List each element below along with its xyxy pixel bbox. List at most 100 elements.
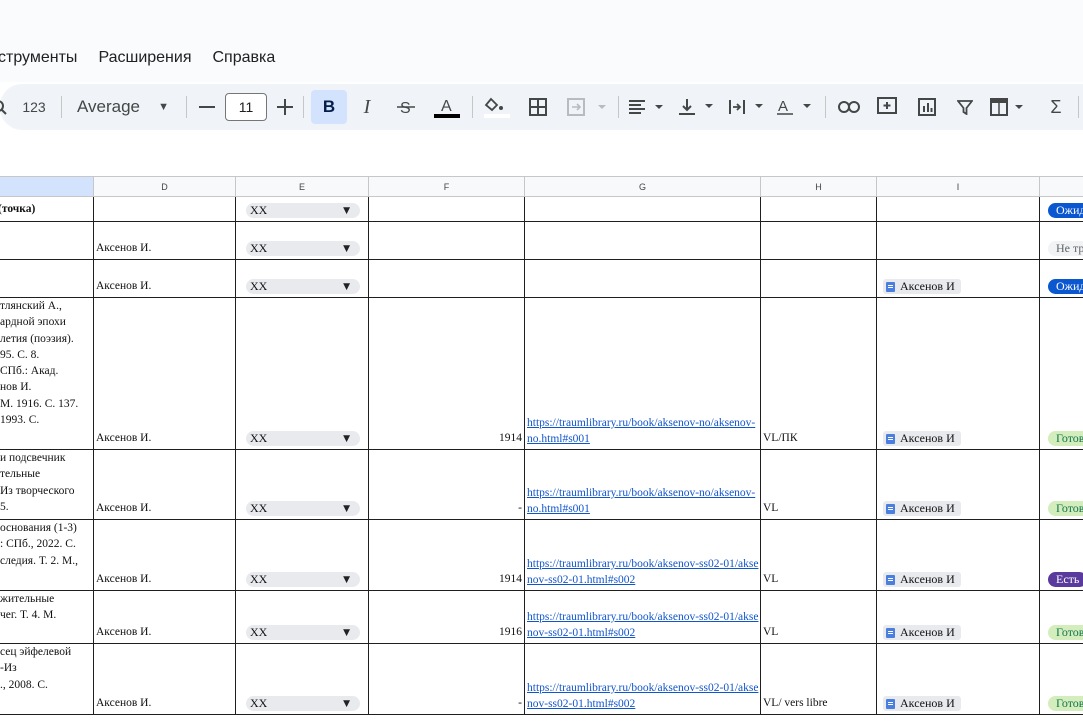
cell-c[interactable] — [0, 260, 94, 298]
cell-h[interactable]: VL/ПК — [761, 298, 877, 450]
cell-j[interactable]: Готов — [1040, 644, 1083, 715]
cell-c[interactable]: тлянский А., ардной эпохи летия (поэзия)… — [0, 298, 94, 450]
menu-tools[interactable]: струменты — [0, 49, 77, 71]
cell-f[interactable]: 1914 — [369, 520, 525, 591]
formula-bar[interactable] — [0, 130, 1083, 176]
decrease-font-size-button[interactable] — [196, 84, 218, 130]
cell-e[interactable]: XX ▼ — [236, 450, 369, 520]
cell-e[interactable]: XX ▼ — [236, 298, 369, 450]
column-header-f[interactable]: F — [369, 176, 525, 197]
dropdown-chip[interactable]: XX ▼ — [246, 572, 360, 587]
cell-i[interactable] — [877, 222, 1040, 260]
column-header-i[interactable]: I — [877, 176, 1040, 197]
italic-button[interactable]: I — [356, 84, 378, 130]
cell-h[interactable] — [761, 197, 877, 222]
cell-e[interactable]: XX ▼ — [236, 260, 369, 298]
cell-i[interactable]: Аксенов И — [877, 450, 1040, 520]
cell-e[interactable]: XX ▼ — [236, 520, 369, 591]
cell-i[interactable] — [877, 197, 1040, 222]
cell-d[interactable]: Аксенов И. — [94, 450, 236, 520]
cell-link[interactable]: https://traumlibrary.ru/book/aksenov-ss0… — [527, 680, 759, 712]
bold-button[interactable]: B — [311, 84, 347, 130]
horizontal-align-icon[interactable] — [626, 84, 668, 130]
cell-j[interactable]: Есть — [1040, 520, 1083, 591]
cell-h[interactable]: VL — [761, 520, 877, 591]
strikethrough-icon[interactable]: S — [394, 84, 418, 130]
status-badge[interactable]: Готов — [1048, 625, 1083, 640]
dropdown-chip[interactable]: XX ▼ — [246, 279, 360, 294]
cell-g[interactable]: https://traumlibrary.ru/book/aksenov-no/… — [525, 298, 761, 450]
font-size-field[interactable]: 11 — [225, 84, 267, 130]
cell-j[interactable]: Готов — [1040, 450, 1083, 520]
cell-i[interactable]: Аксенов И — [877, 591, 1040, 644]
status-badge[interactable]: Готов — [1048, 501, 1083, 516]
file-chip[interactable]: Аксенов И — [883, 431, 961, 446]
cell-g[interactable]: https://traumlibrary.ru/book/aksenov-no/… — [525, 450, 761, 520]
zoom-icon[interactable] — [0, 84, 8, 130]
dropdown-chip[interactable]: XX ▼ — [246, 203, 360, 218]
cell-link[interactable]: https://traumlibrary.ru/book/aksenov-no/… — [527, 485, 759, 517]
status-badge[interactable]: Ожид — [1048, 203, 1083, 218]
status-badge[interactable]: Готов — [1048, 431, 1083, 446]
status-badge[interactable]: Не тр — [1048, 241, 1083, 256]
cell-i[interactable]: Аксенов И — [877, 298, 1040, 450]
cell-g[interactable]: https://traumlibrary.ru/book/aksenov-ss0… — [525, 520, 761, 591]
dropdown-chip[interactable]: XX ▼ — [246, 625, 360, 640]
file-chip[interactable]: Аксенов И — [883, 572, 961, 587]
cell-i[interactable]: Аксенов И — [877, 520, 1040, 591]
filter-views-icon[interactable] — [988, 84, 1030, 130]
increase-font-size-button[interactable] — [274, 84, 296, 130]
cell-j[interactable]: Готов — [1040, 591, 1083, 644]
menu-help[interactable]: Справка — [212, 49, 275, 71]
cell-g[interactable]: https://traumlibrary.ru/book/aksenov-ss0… — [525, 644, 761, 715]
cell-j[interactable]: Ожид — [1040, 197, 1083, 222]
cell-j[interactable]: Не тр — [1040, 222, 1083, 260]
cell-h[interactable] — [761, 260, 877, 298]
cell-j[interactable]: Готов — [1040, 298, 1083, 450]
cell-g[interactable]: https://traumlibrary.ru/book/aksenov-ss0… — [525, 591, 761, 644]
insert-chart-icon[interactable] — [914, 84, 940, 130]
cell-j[interactable]: Ожид — [1040, 260, 1083, 298]
insert-link-icon[interactable] — [836, 84, 862, 130]
cell-e[interactable]: XX ▼ — [236, 644, 369, 715]
cell-h[interactable]: VL — [761, 591, 877, 644]
dropdown-chip[interactable]: XX ▼ — [246, 241, 360, 256]
more-formats-button[interactable]: 123 — [18, 84, 50, 130]
file-chip[interactable]: Аксенов И — [883, 696, 961, 711]
vertical-align-icon[interactable] — [676, 84, 718, 130]
functions-button[interactable]: Σ — [1044, 84, 1068, 130]
column-header-g[interactable]: G — [525, 176, 761, 197]
cell-d[interactable]: Аксенов И. — [94, 520, 236, 591]
cell-f[interactable] — [369, 197, 525, 222]
cell-link[interactable]: https://traumlibrary.ru/book/aksenov-ss0… — [527, 556, 759, 588]
cell-h[interactable]: VL/ vers libre — [761, 644, 877, 715]
column-header-d[interactable]: D — [94, 176, 236, 197]
dropdown-chip[interactable]: XX ▼ — [246, 501, 360, 516]
cell-d[interactable]: Аксенов И. — [94, 222, 236, 260]
status-badge[interactable]: Есть — [1048, 572, 1083, 587]
filter-icon[interactable] — [953, 84, 977, 130]
cell-c[interactable]: основания (1-3) : СПб., 2022. С. следия.… — [0, 520, 94, 591]
column-header-c[interactable] — [0, 176, 94, 197]
cell-e[interactable]: XX ▼ — [236, 591, 369, 644]
cell-g[interactable] — [525, 260, 761, 298]
cell-f[interactable]: - — [369, 644, 525, 715]
cell-c[interactable]: сец эйфелевой -Из ., 2008. С. — [0, 644, 94, 715]
cell-e[interactable]: XX ▼ — [236, 197, 369, 222]
cell-i[interactable]: Аксенов И — [877, 260, 1040, 298]
cell-f[interactable]: 1914 — [369, 298, 525, 450]
fill-color-icon[interactable] — [482, 84, 512, 130]
cell-h[interactable]: VL — [761, 450, 877, 520]
font-select[interactable]: Average ▼ — [70, 84, 175, 130]
merge-cells-icon[interactable] — [563, 84, 611, 130]
cell-d[interactable]: Аксенов И. — [94, 644, 236, 715]
cell-g[interactable] — [525, 222, 761, 260]
text-color-icon[interactable]: A — [432, 84, 462, 130]
cell-g[interactable] — [525, 197, 761, 222]
cell-c[interactable]: и подсвечник тельные Из творческого 5. — [0, 450, 94, 520]
cell-h[interactable] — [761, 222, 877, 260]
file-chip[interactable]: Аксенов И — [883, 625, 961, 640]
cell-f[interactable] — [369, 260, 525, 298]
borders-icon[interactable] — [526, 84, 550, 130]
cell-f[interactable]: 1916 — [369, 591, 525, 644]
